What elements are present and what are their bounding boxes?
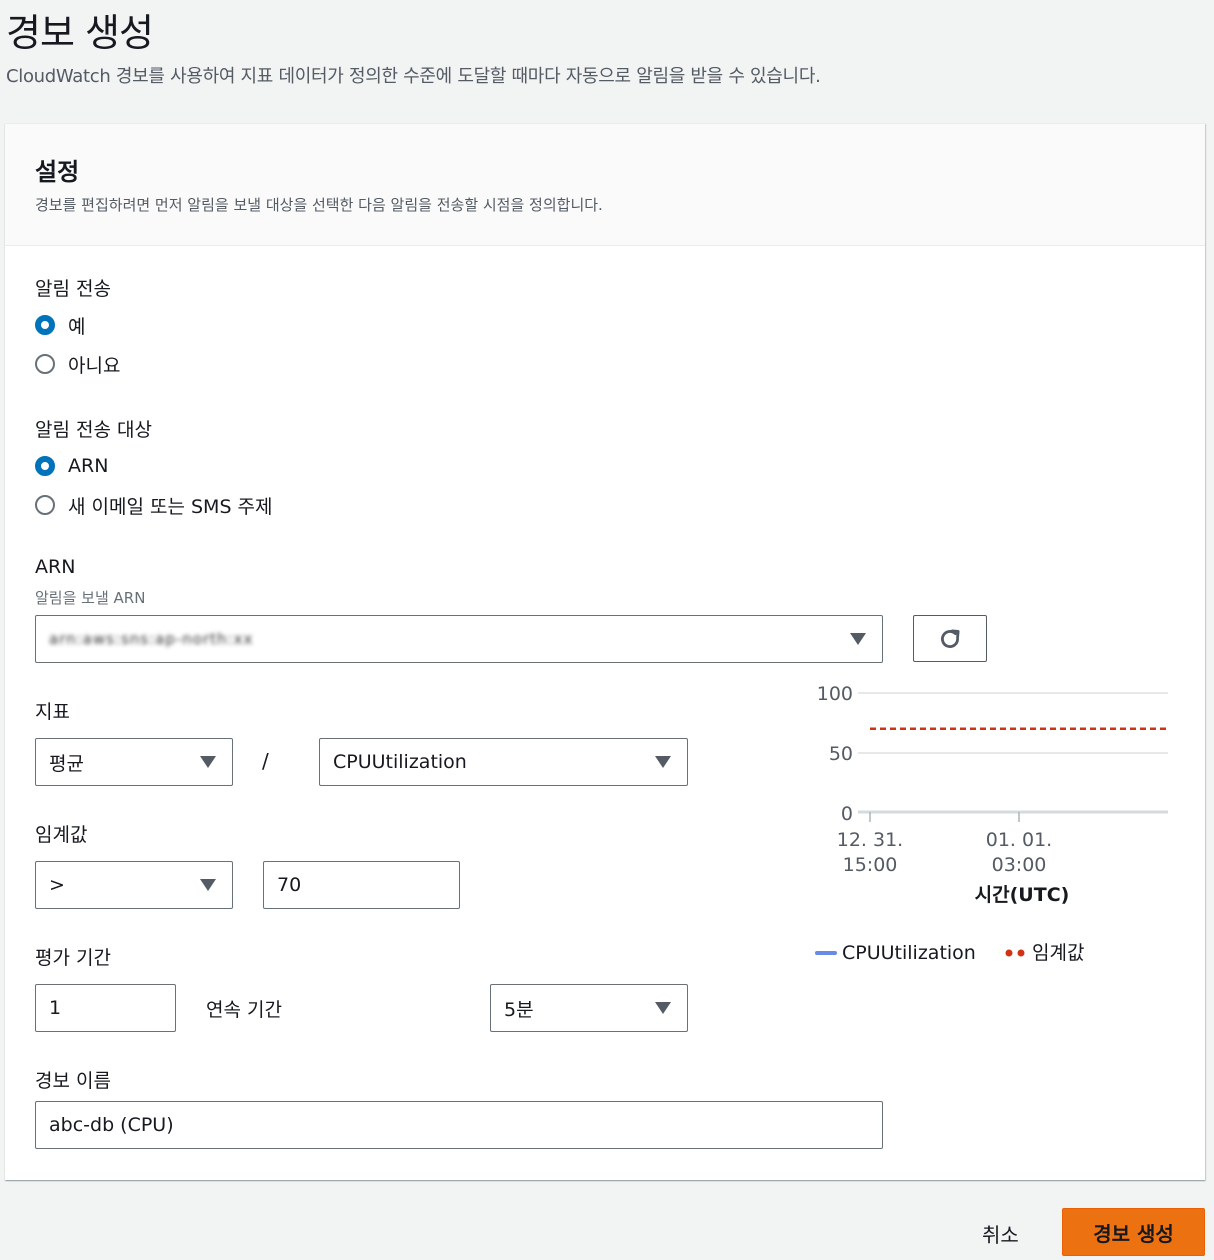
legend-threshold-swatch-dot	[1017, 949, 1025, 957]
metric-label: 지표	[35, 701, 70, 723]
radio-checked[interactable]	[35, 315, 55, 335]
alarm-name-input[interactable]: abc-db (CPU)	[35, 1101, 883, 1149]
notification-target-label: 알림 전송 대상	[35, 419, 152, 441]
threshold-operator-select[interactable]: >	[35, 861, 233, 909]
metric-name-value: CPUUtilization	[333, 751, 467, 773]
settings-description: 경보를 편집하려면 먼저 알림을 보낼 대상을 선택한 다음 알림을 전송할 시…	[35, 196, 603, 214]
arn-select[interactable]: arn:aws:sns:ap-north:xx	[35, 615, 883, 663]
legend-threshold-label: 임계값	[1032, 942, 1084, 964]
settings-title: 설정	[35, 158, 80, 186]
radio-unchecked[interactable]	[35, 354, 55, 374]
y-tick-label-0: 0	[841, 803, 853, 825]
x-axis-label: 시간(UTC)	[975, 884, 1070, 906]
consecutive-period-label: 연속 기간	[206, 999, 282, 1021]
alarm-name-label: 경보 이름	[35, 1070, 111, 1092]
metric-name-select[interactable]: CPUUtilization	[319, 738, 688, 786]
legend-threshold-swatch-dot	[1005, 949, 1013, 957]
y-tick-label-50: 50	[829, 743, 853, 765]
legend-cpu-label: CPUUtilization	[842, 942, 976, 964]
threshold-operator-value: >	[49, 874, 65, 896]
notification-target-arn-label: ARN	[68, 455, 109, 477]
x-tick-label-0-line2: 15:00	[843, 854, 898, 876]
evaluation-periods-value: 1	[49, 997, 62, 1019]
chart-legend: CPUUtilization 임계값	[815, 942, 1084, 964]
caret-down-icon	[655, 1002, 671, 1014]
caret-down-icon	[200, 756, 216, 768]
notification-target-arn-option[interactable]: ARN	[35, 451, 108, 481]
create-alarm-button[interactable]: 경보 생성	[1062, 1208, 1205, 1256]
send-notification-yes-label: 예	[68, 315, 86, 338]
radio-checked[interactable]	[35, 456, 55, 476]
notification-target-new-topic-label: 새 이메일 또는 SMS 주제	[68, 495, 273, 518]
send-notification-label: 알림 전송	[35, 278, 111, 300]
page-description: CloudWatch 경보를 사용하여 지표 데이터가 정의한 수준에 도달할 …	[6, 66, 821, 87]
caret-down-icon	[850, 633, 866, 645]
x-tick-label-0-line1: 12. 31.	[837, 829, 903, 851]
arn-label: ARN	[35, 556, 76, 578]
metric-statistic-value: 평균	[49, 752, 84, 775]
x-tick-label-1-line2: 03:00	[992, 854, 1047, 876]
radio-unchecked[interactable]	[35, 495, 55, 515]
send-notification-no-label: 아니요	[68, 354, 121, 377]
alarm-name-value: abc-db (CPU)	[49, 1114, 174, 1136]
refresh-button[interactable]	[913, 615, 987, 662]
period-value: 5분	[504, 998, 534, 1021]
period-select[interactable]: 5분	[490, 984, 688, 1032]
page-title: 경보 생성	[6, 11, 154, 55]
arn-value: arn:aws:sns:ap-north:xx	[49, 630, 254, 648]
threshold-value-input[interactable]: 70	[263, 861, 460, 909]
metric-statistic-select[interactable]: 평균	[35, 738, 233, 786]
threshold-value-text: 70	[277, 874, 302, 896]
arn-sublabel: 알림을 보낼 ARN	[35, 589, 146, 607]
settings-panel-header: 설정 경보를 편집하려면 먼저 알림을 보낼 대상을 선택한 다음 알림을 전송…	[5, 124, 1205, 246]
chart-gridlines	[858, 692, 1168, 822]
threshold-label: 임계값	[35, 824, 88, 846]
send-notification-no-option[interactable]: 아니요	[35, 349, 120, 379]
x-tick-label-1-line1: 01. 01.	[986, 829, 1052, 851]
caret-down-icon	[655, 756, 671, 768]
refresh-icon	[941, 628, 960, 648]
evaluation-period-label: 평가 기간	[35, 947, 111, 969]
notification-target-new-topic-option[interactable]: 새 이메일 또는 SMS 주제	[35, 490, 273, 520]
metric-preview-chart: 100 50 0 12. 31. 15:00 01. 01. 03:00 시간(…	[815, 683, 1168, 964]
evaluation-periods-input[interactable]: 1	[35, 984, 176, 1032]
metric-separator: /	[262, 749, 269, 773]
caret-down-icon	[200, 879, 216, 891]
send-notification-yes-option[interactable]: 예	[35, 310, 85, 340]
y-tick-label-100: 100	[817, 683, 853, 705]
cancel-button[interactable]: 취소	[982, 1219, 1019, 1248]
